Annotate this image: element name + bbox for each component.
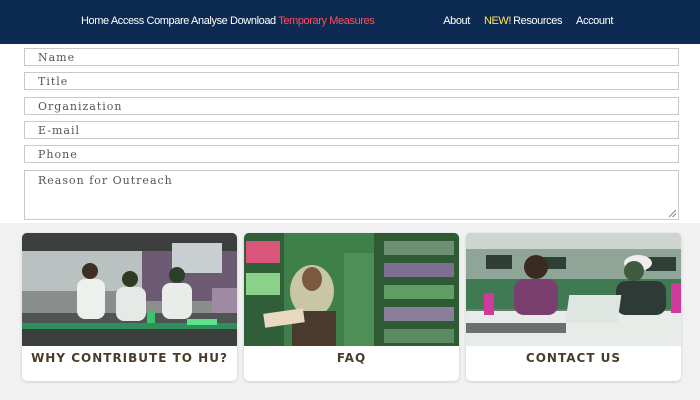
reason-textarea[interactable]: Reason for Outreach <box>24 170 679 220</box>
resize-handle-icon[interactable] <box>669 210 676 217</box>
nav-resources-label: Resources <box>513 15 563 27</box>
nav-temporary-measures[interactable]: Temporary Measures <box>278 15 375 27</box>
nav-resources[interactable]: NEW! Resources <box>483 15 563 27</box>
outreach-form: Name Title Organization E-mail Phone Rea… <box>0 44 700 223</box>
new-badge: NEW! <box>483 15 512 27</box>
main-nav: Home Access Compare Analyse Download Tem… <box>81 15 375 27</box>
office-photo <box>466 233 681 346</box>
nav-account[interactable]: Account <box>576 15 613 27</box>
lab-photo <box>22 233 237 346</box>
library-photo <box>244 233 459 346</box>
top-navigation-bar: Home Access Compare Analyse Download Tem… <box>0 0 700 44</box>
nav-compare[interactable]: Compare <box>147 15 190 27</box>
card-why-contribute[interactable]: WHY CONTRIBUTE TO HU? <box>22 233 237 381</box>
nav-home[interactable]: Home <box>81 15 109 27</box>
name-field[interactable]: Name <box>24 48 679 66</box>
title-field[interactable]: Title <box>24 72 679 90</box>
info-cards-section: WHY CONTRIBUTE TO HU? FAQ CONTACT US <box>0 223 700 400</box>
phone-field[interactable]: Phone <box>24 145 679 163</box>
card-label-why-contribute: WHY CONTRIBUTE TO HU? <box>31 351 228 365</box>
organization-field[interactable]: Organization <box>24 97 679 115</box>
card-faq[interactable]: FAQ <box>244 233 459 381</box>
nav-analyse[interactable]: Analyse <box>191 15 228 27</box>
reason-placeholder: Reason for Outreach <box>38 174 173 187</box>
secondary-nav: About NEW! Resources Account <box>443 15 613 27</box>
card-label-contact-us: CONTACT US <box>525 351 622 365</box>
nav-about[interactable]: About <box>443 15 470 27</box>
nav-download[interactable]: Download <box>230 15 276 27</box>
card-label-faq: FAQ <box>336 351 367 365</box>
card-contact-us[interactable]: CONTACT US <box>466 233 681 381</box>
nav-access[interactable]: Access <box>111 15 144 27</box>
email-field[interactable]: E-mail <box>24 121 679 139</box>
